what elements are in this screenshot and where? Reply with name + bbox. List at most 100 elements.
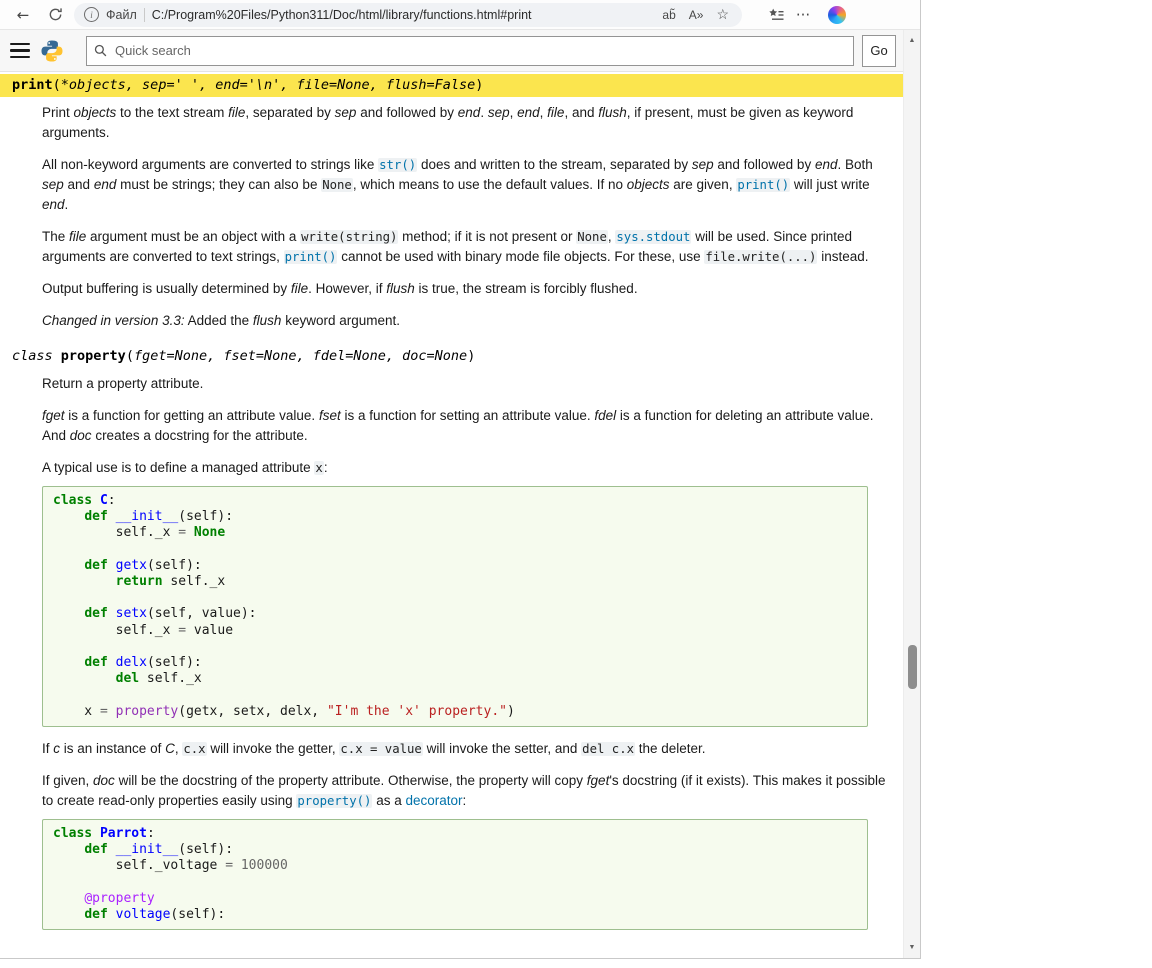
code-token: :: [147, 826, 155, 841]
code-token: [108, 842, 116, 857]
code-link[interactable]: str(): [378, 158, 417, 172]
code-token: [53, 842, 84, 857]
code-token: [53, 655, 84, 670]
paragraph: Print objects to the text stream file, s…: [42, 103, 886, 143]
add-favorite-star-icon[interactable]: ☆: [713, 6, 732, 23]
address-bar[interactable]: i Файл C:/Program%20Files/Python311/Doc/…: [74, 3, 742, 27]
code-line: self._x = None: [53, 525, 857, 541]
translate-icon[interactable]: ab̃: [659, 8, 678, 22]
code-token: self._x: [139, 671, 202, 686]
text-segment: will be the docstring of the property at…: [115, 773, 587, 788]
text-segment: end: [815, 157, 838, 172]
code-token: (self):: [147, 655, 202, 670]
code-link[interactable]: property(): [296, 794, 372, 808]
code-token: =: [178, 525, 186, 540]
version-changed-note: Changed in version 3.3: Added the flush …: [42, 311, 886, 331]
text-segment: and: [64, 177, 94, 192]
text-segment: file.write(...): [704, 250, 817, 264]
text-segment: as a: [372, 793, 405, 808]
code-token: [53, 509, 84, 524]
code-token: class: [53, 826, 92, 841]
code-link[interactable]: print(): [284, 250, 338, 264]
text-segment: the deleter.: [635, 741, 706, 756]
text-segment: Return a property attribute.: [42, 376, 203, 391]
back-button[interactable]: ←: [10, 3, 36, 27]
code-token: voltage: [116, 907, 171, 922]
paragraph: All non-keyword arguments are converted …: [42, 155, 886, 215]
text-segment: end: [94, 177, 117, 192]
code-line: @property: [53, 891, 857, 907]
code-line: [53, 687, 857, 703]
scroll-up-arrow[interactable]: ▲: [904, 33, 920, 48]
more-menu-button[interactable]: ···: [790, 3, 816, 27]
code-token: (self):: [147, 558, 202, 573]
code-line: def __init__(self):: [53, 842, 857, 858]
page-info-icon[interactable]: i: [84, 7, 99, 22]
text-segment: flush: [598, 105, 627, 120]
code-line: self._x = value: [53, 623, 857, 639]
text-segment: (: [53, 77, 61, 93]
search-input[interactable]: [113, 42, 846, 59]
refresh-button[interactable]: [42, 3, 68, 27]
text-segment: file: [291, 281, 308, 296]
text-segment: creates a docstring for the attribute.: [92, 428, 308, 443]
code-token: "I'm the 'x' property.": [327, 704, 507, 719]
text-segment: cannot be used with binary mode file obj…: [337, 249, 704, 264]
code-link[interactable]: sys.stdout: [615, 230, 691, 244]
text-segment: instead.: [817, 249, 868, 264]
text-segment: fget=None, fset=None, fdel=None, doc=Non…: [134, 348, 467, 364]
code-token: def: [84, 509, 107, 524]
text-segment: property: [61, 348, 126, 364]
text-segment: A typical use is to define a managed att…: [42, 460, 314, 475]
text-segment: del c.x: [581, 742, 635, 756]
text-segment: All non-keyword arguments are converted …: [42, 157, 378, 172]
text-segment: sep: [335, 105, 357, 120]
text-segment: fdel: [594, 408, 616, 423]
paragraph: fget is a function for getting an attrib…: [42, 406, 886, 446]
code-token: getx: [116, 558, 147, 573]
text-segment: doc: [70, 428, 92, 443]
code-line: del self._x: [53, 671, 857, 687]
favorites-hub-icon[interactable]: [768, 7, 784, 23]
code-token: [53, 574, 116, 589]
text-segment: objects: [627, 177, 670, 192]
code-line: def voltage(self):: [53, 907, 857, 923]
copilot-icon[interactable]: [828, 6, 846, 24]
text-segment: :: [324, 460, 328, 475]
scrollbar-thumb[interactable]: [908, 645, 917, 689]
scroll-down-arrow[interactable]: ▼: [904, 940, 920, 955]
text-segment: , separated by: [245, 105, 334, 120]
paragraph: A typical use is to define a managed att…: [42, 458, 886, 478]
code-token: [233, 858, 241, 873]
code-token: [92, 493, 100, 508]
menu-button[interactable]: [8, 41, 32, 61]
read-aloud-icon[interactable]: A»: [686, 8, 707, 22]
code-line: def setx(self, value):: [53, 606, 857, 622]
go-button[interactable]: Go: [862, 35, 896, 67]
paragraph: Output buffering is usually determined b…: [42, 279, 886, 299]
browser-window: ← i Файл C:/Program%20Files/Python311/Do…: [0, 0, 921, 959]
menu-icon: [10, 43, 30, 46]
code-link[interactable]: print(): [736, 178, 790, 192]
code-line: x = property(getx, setx, delx, "I'm the …: [53, 704, 857, 720]
text-link[interactable]: decorator: [405, 793, 462, 808]
text-segment: C: [165, 741, 175, 756]
python-logo-icon[interactable]: [40, 39, 64, 63]
text-segment: ): [467, 348, 475, 364]
text-segment: c.x: [182, 742, 206, 756]
paragraph: The file argument must be an object with…: [42, 227, 886, 267]
code-token: 100000: [241, 858, 288, 873]
print-signature: print(*objects, sep=' ', end='\n', file=…: [0, 74, 904, 97]
code-token: [92, 826, 100, 841]
code-example-property-class: class C: def __init__(self): self._x = N…: [42, 486, 868, 727]
text-segment: If given,: [42, 773, 93, 788]
text-segment: None: [576, 230, 608, 244]
code-token: :: [108, 493, 116, 508]
text-segment: end: [458, 105, 481, 120]
code-token: [53, 891, 84, 906]
text-segment: and followed by: [356, 105, 457, 120]
vertical-scrollbar[interactable]: ▲ ▼: [903, 30, 920, 958]
code-token: def: [84, 842, 107, 857]
text-segment: Changed in version 3.3:: [42, 313, 185, 328]
text-segment: are given,: [670, 177, 737, 192]
